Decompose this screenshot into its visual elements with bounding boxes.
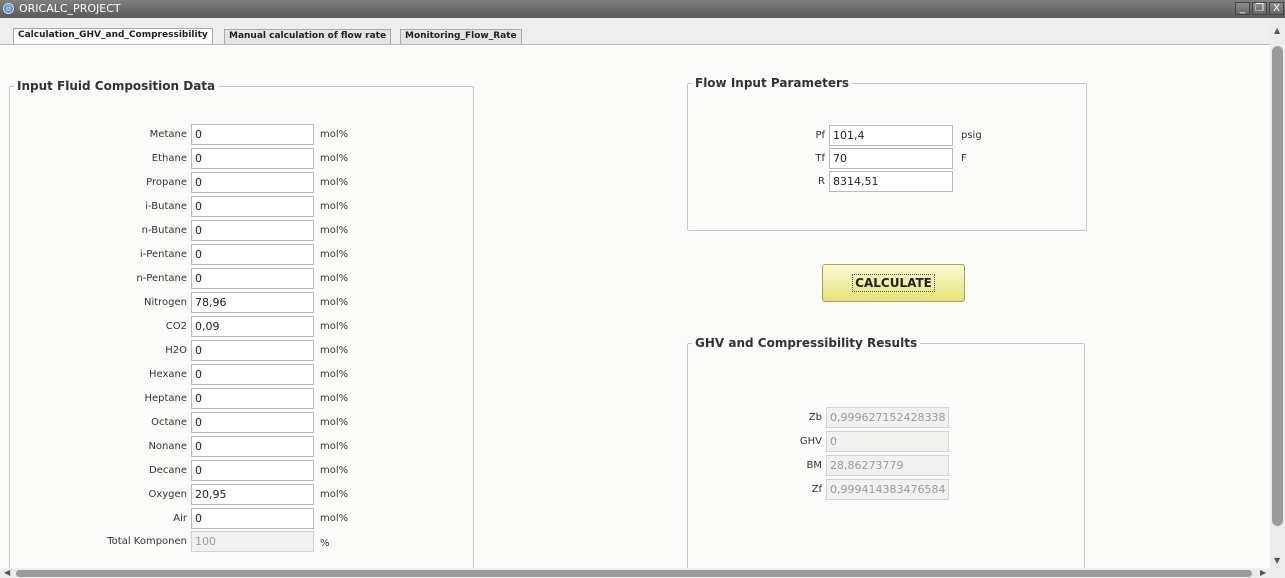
- component-unit: mol%: [320, 129, 349, 140]
- close-button[interactable]: X: [1269, 2, 1284, 15]
- flow-param-unit: psig: [961, 130, 982, 141]
- component-input[interactable]: 0: [191, 412, 314, 433]
- component-input[interactable]: 0: [191, 508, 314, 529]
- component-input[interactable]: 0: [191, 460, 314, 481]
- results-panel: GHV and Compressibility Results: [687, 336, 1085, 568]
- component-input[interactable]: 78,96: [191, 292, 314, 313]
- component-unit: mol%: [320, 177, 349, 188]
- component-label: Propane: [146, 177, 187, 188]
- component-label: n-Butane: [141, 225, 187, 236]
- result-field[interactable]: 0: [826, 431, 949, 452]
- component-label: Air: [173, 513, 187, 524]
- component-input[interactable]: 0: [191, 388, 314, 409]
- results-panel-title: GHV and Compressibility Results: [695, 336, 918, 350]
- component-input[interactable]: 0: [191, 268, 314, 289]
- component-unit: mol%: [320, 417, 349, 428]
- component-unit: mol%: [320, 321, 349, 332]
- tab-monitoring-flow-rate[interactable]: Monitoring_Flow_Rate: [400, 29, 522, 44]
- component-input[interactable]: 0: [191, 196, 314, 217]
- component-unit: mol%: [320, 297, 349, 308]
- window-titlebar: ◎ ORICALC_PROJECT _ ❐ X: [0, 0, 1285, 18]
- component-unit: mol%: [320, 369, 349, 380]
- result-field[interactable]: 0,999627152428338: [826, 407, 949, 428]
- scroll-right-icon[interactable]: ▶: [1260, 568, 1266, 577]
- scroll-up-icon[interactable]: ▲: [1274, 26, 1280, 35]
- component-input[interactable]: 0: [191, 172, 314, 193]
- component-unit: mol%: [320, 465, 349, 476]
- tab-manual-flow-rate[interactable]: Manual calculation of flow rate: [224, 29, 392, 44]
- calculate-button-label: CALCULATE: [852, 274, 935, 292]
- tab-content-panel: Input Fluid Composition Data Metane 0 mol%…: [0, 45, 1270, 568]
- app-icon: ◎: [3, 3, 14, 14]
- vertical-scroll-thumb[interactable]: [1272, 46, 1283, 526]
- result-label: Zb: [808, 412, 822, 423]
- component-input[interactable]: 0: [191, 436, 314, 457]
- result-field[interactable]: 0,999414383476584: [826, 479, 949, 500]
- vertical-scrollbar[interactable]: ▲ ▼: [1270, 18, 1285, 569]
- component-label: Metane: [149, 129, 187, 140]
- result-label: GHV: [799, 436, 822, 447]
- flow-param-input[interactable]: 8314,51: [829, 171, 953, 192]
- window-title: ORICALC_PROJECT: [19, 2, 121, 15]
- scroll-down-icon[interactable]: ▼: [1274, 556, 1280, 565]
- component-label: Octane: [151, 417, 187, 428]
- component-input[interactable]: 0: [191, 364, 314, 385]
- horizontal-scroll-thumb[interactable]: [16, 570, 1252, 577]
- component-label: n-Pentane: [136, 273, 187, 284]
- minimize-button[interactable]: _: [1235, 2, 1250, 15]
- tab-bar: Calculation_GHV_and_Compressibility Manu…: [0, 18, 1270, 45]
- horizontal-scrollbar[interactable]: ◀ ▶: [0, 568, 1285, 578]
- component-label: Nonane: [148, 441, 187, 452]
- component-input[interactable]: 0: [191, 124, 314, 145]
- component-label: H2O: [165, 345, 187, 356]
- component-unit: mol%: [320, 513, 349, 524]
- component-label: Nitrogen: [143, 297, 187, 308]
- flow-param-label: R: [818, 176, 825, 187]
- flow-param-label: Tf: [815, 153, 825, 164]
- component-label: Hexane: [148, 369, 187, 380]
- component-input[interactable]: 20,95: [191, 484, 314, 505]
- component-input[interactable]: 0: [191, 220, 314, 241]
- tab-calculation-ghv[interactable]: Calculation_GHV_and_Compressibility: [13, 28, 213, 44]
- flow-input-panel-title: Flow Input Parameters: [695, 76, 850, 90]
- component-input[interactable]: 0,09: [191, 316, 314, 337]
- component-unit: mol%: [320, 153, 349, 164]
- scroll-left-icon[interactable]: ◀: [4, 568, 10, 577]
- result-label: Zf: [811, 484, 822, 495]
- component-unit: mol%: [320, 225, 349, 236]
- flow-param-input[interactable]: 70: [829, 148, 953, 169]
- component-label: Heptane: [144, 393, 187, 404]
- component-unit: mol%: [320, 273, 349, 284]
- component-unit: mol%: [320, 489, 349, 500]
- component-unit: mol%: [320, 441, 349, 452]
- calculate-button[interactable]: CALCULATE: [822, 264, 965, 302]
- component-label: i-Butane: [145, 201, 187, 212]
- component-unit: mol%: [320, 249, 349, 260]
- component-unit: mol%: [320, 393, 349, 404]
- component-label: Oxygen: [148, 489, 187, 500]
- component-unit: mol%: [320, 345, 349, 356]
- component-label: Ethane: [151, 153, 187, 164]
- component-label: Decane: [149, 465, 187, 476]
- component-input[interactable]: 0: [191, 148, 314, 169]
- total-komponen-unit: %: [320, 538, 330, 549]
- flow-param-input[interactable]: 101,4: [829, 125, 953, 146]
- restore-button[interactable]: ❐: [1252, 2, 1267, 15]
- component-input[interactable]: 0: [191, 340, 314, 361]
- result-field[interactable]: 28,86273779: [826, 455, 949, 476]
- composition-panel-title: Input Fluid Composition Data: [17, 79, 216, 93]
- component-label: CO2: [165, 321, 187, 332]
- flow-param-label: Pf: [815, 130, 825, 141]
- component-unit: mol%: [320, 201, 349, 212]
- component-input[interactable]: 0: [191, 244, 314, 265]
- total-komponen-field[interactable]: 100: [191, 531, 314, 552]
- result-label: BM: [806, 460, 823, 471]
- flow-param-unit: F: [961, 153, 967, 164]
- component-label: i-Pentane: [139, 249, 187, 260]
- total-komponen-label: Total Komponen: [107, 536, 187, 547]
